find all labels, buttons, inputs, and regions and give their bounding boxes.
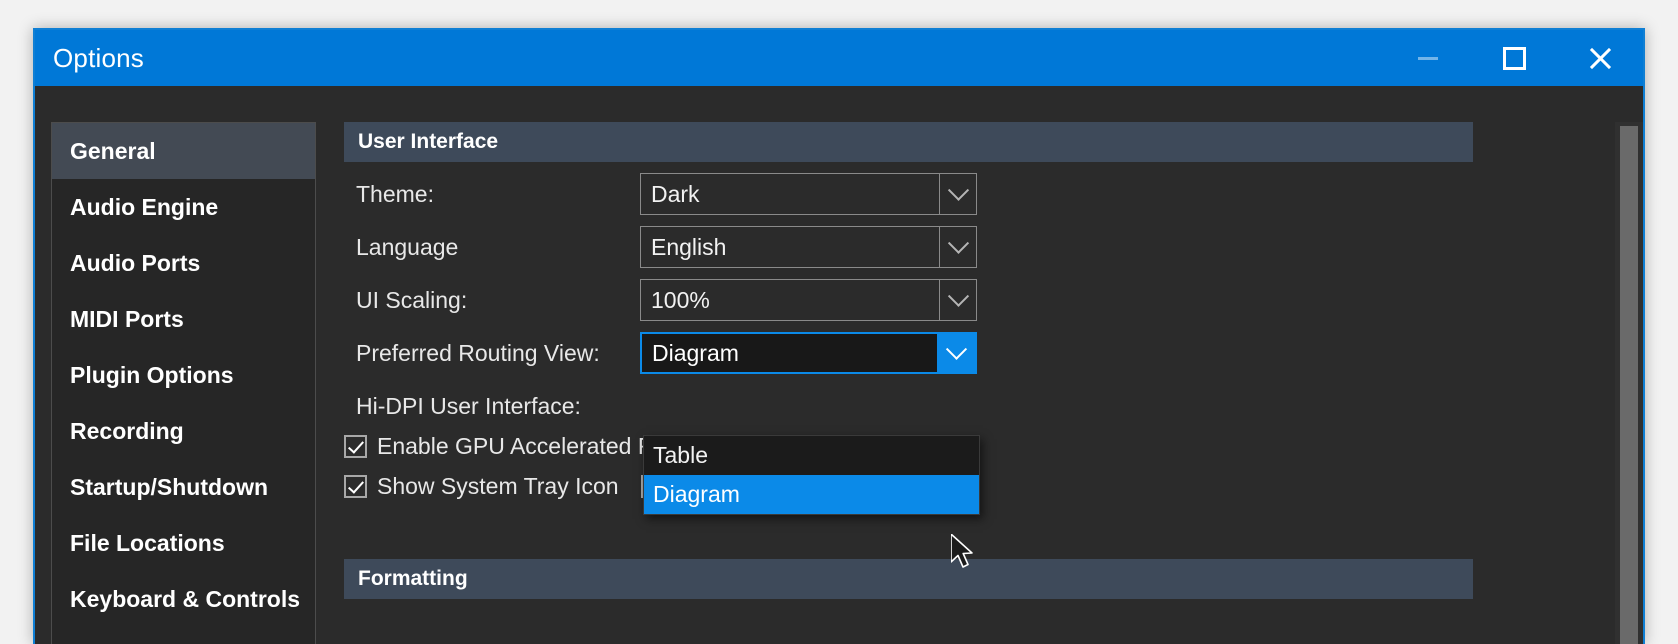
section-title: Formatting [358, 567, 468, 590]
section-title: User Interface [358, 130, 499, 153]
field-row-language: Language English [344, 225, 977, 269]
window-title: Options [53, 42, 145, 73]
theme-dropdown-button[interactable] [939, 174, 976, 214]
field-row-theme: Theme: Dark [344, 172, 977, 216]
chevron-down-icon [945, 338, 967, 360]
sidebar-item-label: Plugin Options [70, 361, 234, 388]
sidebar-item-general[interactable]: General [52, 123, 315, 179]
sidebar-item-audio-ports[interactable]: Audio Ports [52, 235, 315, 291]
scrollbar-thumb[interactable] [1620, 126, 1638, 644]
close-icon [1587, 45, 1614, 72]
language-label: Language [356, 233, 459, 260]
sidebar-item-label: Audio Ports [70, 249, 201, 276]
maximize-button[interactable] [1471, 30, 1557, 86]
sidebar-item-label: MIDI Ports [70, 305, 184, 332]
sidebar-item-midi-ports[interactable]: MIDI Ports [52, 291, 315, 347]
sidebar-item-recording[interactable]: Recording [52, 403, 315, 459]
dropdown-option-label: Diagram [653, 481, 740, 507]
field-row-hi-dpi-user-interface: Hi-DPI User Interface: [344, 384, 640, 428]
settings-content-pane: User Interface Theme: Dark Language Engl… [332, 122, 1629, 644]
minimize-icon [1418, 56, 1438, 60]
sidebar-item-label: General [70, 137, 156, 164]
preferred-routing-view-label: Preferred Routing View: [356, 339, 600, 366]
maximize-icon [1502, 46, 1526, 70]
checkbox-icon [344, 475, 367, 498]
window-controls [1385, 30, 1643, 86]
ui-scaling-dropdown-button[interactable] [939, 280, 976, 320]
theme-label: Theme: [356, 180, 434, 207]
sidebar-item-plugin-options[interactable]: Plugin Options [52, 347, 315, 403]
title-bar: Options [35, 30, 1643, 86]
close-button[interactable] [1557, 30, 1643, 86]
theme-combobox[interactable]: Dark [640, 173, 977, 215]
sidebar-item-audio-engine[interactable]: Audio Engine [52, 179, 315, 235]
sidebar-item-startup-shutdown[interactable]: Startup/Shutdown [52, 459, 315, 515]
language-combobox[interactable]: English [640, 226, 977, 268]
field-row-ui-scaling: UI Scaling: 100% [344, 278, 977, 322]
checkbox-icon [344, 435, 367, 458]
screen: Options General Audio Engine Audio Ports… [0, 0, 1678, 644]
sidebar-item-label: Recording [70, 417, 184, 444]
sidebar-item-label: File Locations [70, 529, 225, 556]
settings-category-list[interactable]: General Audio Engine Audio Ports MIDI Po… [51, 122, 316, 644]
section-header-formatting: Formatting [344, 559, 1473, 599]
language-dropdown-button[interactable] [939, 227, 976, 267]
dropdown-option-diagram[interactable]: Diagram [644, 475, 979, 514]
section-header-user-interface: User Interface [344, 122, 1473, 162]
checkbox-label: Show System Tray Icon [377, 473, 619, 499]
chevron-down-icon [947, 232, 969, 254]
theme-value: Dark [651, 180, 700, 207]
preferred-routing-view-dropdown-list[interactable]: Table Diagram [643, 435, 980, 515]
dropdown-option-table[interactable]: Table [644, 436, 979, 475]
preferred-routing-view-combobox[interactable]: Diagram [640, 332, 977, 374]
preferred-routing-view-value: Diagram [652, 339, 739, 366]
sidebar-item-file-locations[interactable]: File Locations [52, 515, 315, 571]
options-window: Options General Audio Engine Audio Ports… [33, 28, 1645, 644]
vertical-scrollbar[interactable] [1615, 122, 1643, 644]
sidebar-item-label: Audio Engine [70, 193, 219, 220]
dropdown-option-label: Table [653, 442, 708, 468]
ui-scaling-label: UI Scaling: [356, 286, 468, 313]
chevron-down-icon [947, 285, 969, 307]
language-value: English [651, 233, 727, 260]
field-row-preferred-routing-view: Preferred Routing View: Diagram [344, 331, 977, 375]
hi-dpi-user-interface-label: Hi-DPI User Interface: [356, 392, 581, 419]
ui-scaling-value: 100% [651, 286, 710, 313]
sidebar-item-label: Keyboard & Controls [70, 585, 301, 612]
preferred-routing-view-dropdown-button[interactable] [937, 334, 975, 372]
minimize-button[interactable] [1385, 30, 1471, 86]
sidebar-item-label: Startup/Shutdown [70, 473, 269, 500]
ui-scaling-combobox[interactable]: 100% [640, 279, 977, 321]
window-body: General Audio Engine Audio Ports MIDI Po… [35, 86, 1643, 644]
chevron-down-icon [947, 179, 969, 201]
sidebar-item-keyboard-controls[interactable]: Keyboard & Controls [52, 571, 315, 627]
checkbox-show-system-tray-icon[interactable]: Show System Tray Icon [344, 473, 619, 500]
